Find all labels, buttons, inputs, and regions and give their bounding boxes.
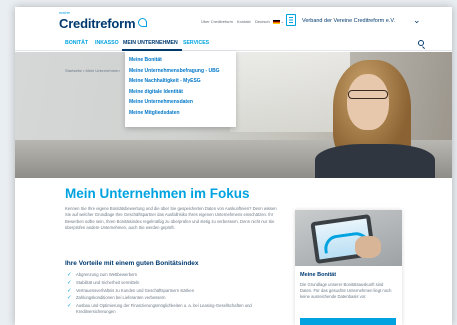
check-icon: ✓ bbox=[67, 303, 72, 310]
benefits-heading: Ihre Vorteile mit einem guten Bonitätsin… bbox=[65, 260, 199, 267]
top-header: meine Creditreform Über Creditreform Kon… bbox=[15, 7, 452, 37]
language-selector[interactable]: Deutsch ⌄ bbox=[255, 19, 284, 24]
check-icon: ✓ bbox=[67, 287, 72, 294]
card-action-button[interactable] bbox=[300, 318, 396, 325]
nav-item-bonitaet[interactable]: BONITÄT bbox=[65, 40, 88, 46]
mein-unternehmen-dropdown: Meine Bonität Meine Unternehmensbefragun… bbox=[125, 51, 236, 127]
logo-mark-icon bbox=[138, 18, 148, 27]
dropdown-item-nachhaltigkeit[interactable]: Meine Nachhaltigkeit - MyESG bbox=[125, 76, 236, 87]
dropdown-item-unternehmensbefragung[interactable]: Meine Unternehmensbefragung - UBG bbox=[125, 66, 236, 77]
dropdown-item-meine-bonitaet[interactable]: Meine Bonität bbox=[125, 55, 236, 66]
hero-person-face bbox=[347, 74, 389, 130]
main-content: Mein Unternehmen im Fokus Kennen Sie Ihr… bbox=[15, 178, 452, 325]
list-item: ✓ Vertrauensverhältnis zu Kunden und Gesc… bbox=[67, 287, 195, 294]
search-icon[interactable] bbox=[418, 40, 424, 46]
util-link-about[interactable]: Über Creditreform bbox=[201, 19, 233, 24]
card-text: Die Grundlage unserer Bonitätsauskunft s… bbox=[300, 282, 392, 300]
nav-item-inkasso[interactable]: INKASSO bbox=[95, 40, 119, 46]
nav-item-mein-unternehmen[interactable]: MEIN UNTERNEHMEN bbox=[123, 40, 178, 46]
card-image bbox=[295, 210, 402, 266]
logo-tagline: meine bbox=[59, 10, 70, 15]
check-icon: ✓ bbox=[67, 272, 72, 278]
list-item: ✓ Stabilität und Sicherheit vermitteln bbox=[67, 279, 140, 286]
hero-person-glasses bbox=[348, 90, 388, 99]
creditreform-logo[interactable]: meine Creditreform bbox=[59, 10, 148, 33]
list-item: ✓ Ausbau und Optimierung der Finanzierung… bbox=[67, 303, 252, 315]
dropdown-item-digitale-identitaet[interactable]: Meine digitale Identität bbox=[125, 87, 236, 98]
check-icon: ✓ bbox=[67, 295, 72, 302]
bonitaet-card: Meine Bonität Die Grundlage unserer Boni… bbox=[295, 210, 402, 325]
logo-text: Creditreform bbox=[59, 16, 136, 31]
card-title: Meine Bonität bbox=[300, 272, 337, 278]
building-icon bbox=[286, 14, 296, 26]
list-item: ✓ Zahlungskonditionen bei Lieferanten ver… bbox=[67, 295, 166, 302]
chevron-down-icon[interactable]: ⌄ bbox=[413, 15, 421, 26]
hand-image bbox=[355, 236, 381, 258]
breadcrumb[interactable]: Startseite • Mein Unternehmen bbox=[65, 68, 120, 73]
intro-paragraph: Kennen Sie Ihre eigene Bonitätsbewertung… bbox=[65, 206, 277, 231]
main-navigation: BONITÄT INKASSO MEIN UNTERNEHMEN SERVICE… bbox=[15, 37, 452, 51]
german-flag-icon bbox=[272, 19, 280, 24]
check-icon: ✓ bbox=[67, 279, 72, 286]
dropdown-item-unternehmensdaten[interactable]: Meine Unternehmensdaten bbox=[125, 97, 236, 108]
dropdown-item-mitgliedsdaten[interactable]: Meine Mitgliedsdaten bbox=[125, 108, 236, 119]
page-title: Mein Unternehmen im Fokus bbox=[65, 186, 250, 201]
util-link-contact[interactable]: Kontakt bbox=[237, 19, 251, 24]
hero-person-shirt bbox=[315, 144, 435, 178]
browser-page: meine Creditreform Über Creditreform Kon… bbox=[15, 7, 452, 325]
language-label: Deutsch bbox=[255, 19, 270, 24]
chevron-down-icon: ⌄ bbox=[279, 19, 285, 24]
benefits-list: ✓ Abgrenzung zum Wettbewerbern ✓ Stabilitä… bbox=[67, 272, 287, 317]
hero-window bbox=[230, 52, 350, 132]
list-item: ✓ Abgrenzung zum Wettbewerbern bbox=[67, 272, 138, 278]
nav-item-services[interactable]: SERVICES bbox=[183, 40, 209, 46]
member-association-label[interactable]: Verband der Vereine Creditreform e.V. bbox=[302, 18, 395, 24]
